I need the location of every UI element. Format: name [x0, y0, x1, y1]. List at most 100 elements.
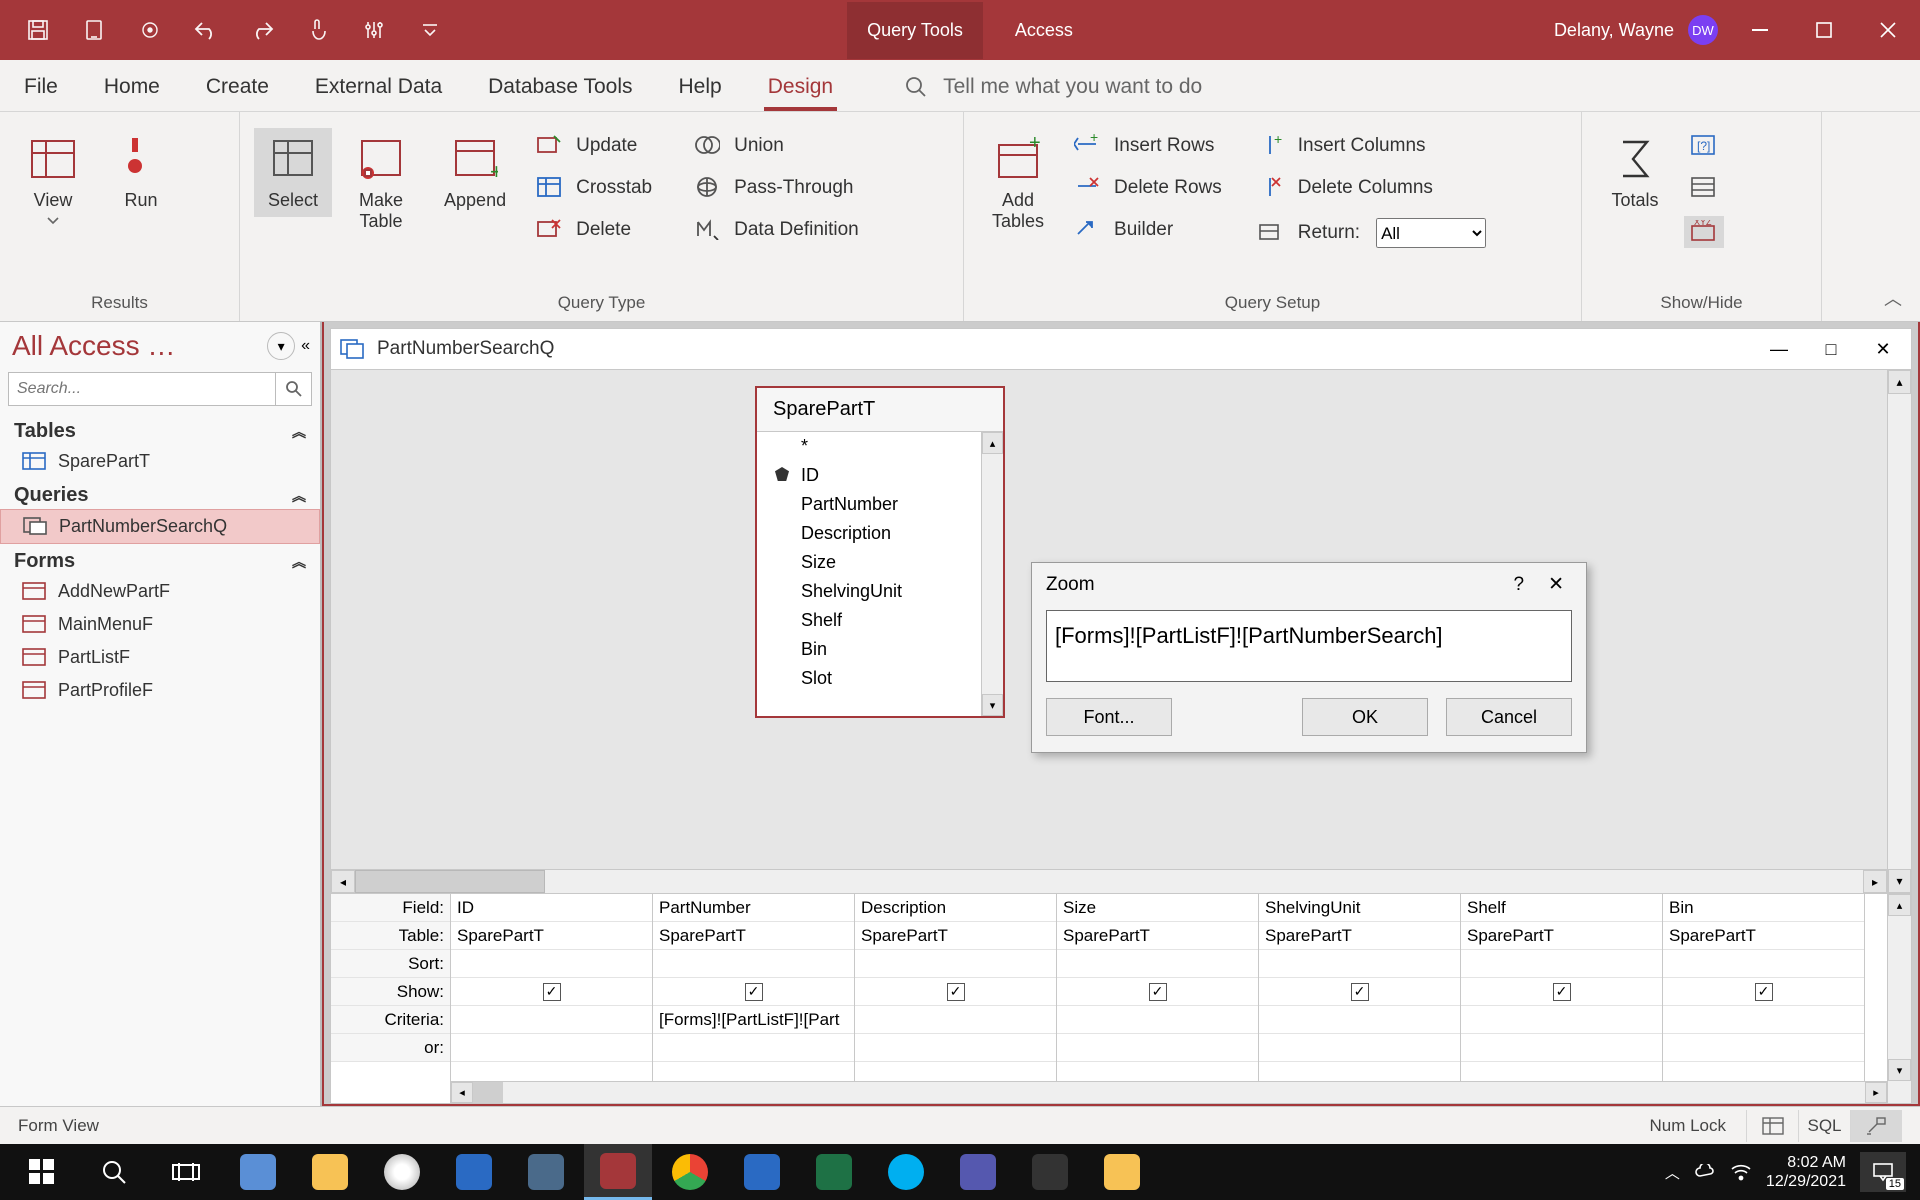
qbe-sort[interactable]: [1461, 950, 1662, 978]
qbe-table[interactable]: SparePartT: [1461, 922, 1662, 950]
qbe-field[interactable]: Shelf: [1461, 894, 1662, 922]
design-surface[interactable]: SparePartT * ID PartNumber Description S…: [330, 370, 1912, 894]
taskbar-app-browser1[interactable]: [368, 1144, 436, 1200]
qbe-field[interactable]: PartNumber: [653, 894, 854, 922]
add-tables-button[interactable]: + Add Tables: [978, 128, 1058, 238]
view-button[interactable]: View: [14, 128, 92, 231]
qat-more-icon[interactable]: [416, 16, 444, 44]
doc-maximize-button[interactable]: □: [1811, 334, 1851, 364]
append-button[interactable]: + Append: [430, 128, 520, 217]
qbe-or[interactable]: [1259, 1034, 1460, 1062]
qbe-col-2[interactable]: DescriptionSparePartT✓: [855, 894, 1057, 1103]
zoom-cancel-button[interactable]: Cancel: [1446, 698, 1572, 736]
run-button[interactable]: Run: [102, 128, 180, 217]
qbe-table[interactable]: SparePartT: [653, 922, 854, 950]
nav-title[interactable]: All Access …: [12, 330, 261, 362]
property-sheet-button[interactable]: [1684, 174, 1724, 202]
crosstab-button[interactable]: Crosstab: [530, 174, 658, 202]
taskbar-app-explorer[interactable]: [296, 1144, 364, 1200]
taskbar-app-excel[interactable]: [800, 1144, 868, 1200]
nav-item-partnumbersearchq[interactable]: PartNumberSearchQ: [0, 509, 320, 544]
table-field-list[interactable]: SparePartT * ID PartNumber Description S…: [755, 386, 1005, 718]
qbe-table[interactable]: SparePartT: [451, 922, 652, 950]
zoom-close-button[interactable]: ✕: [1540, 573, 1572, 596]
view-design-button[interactable]: [1850, 1110, 1902, 1142]
field-star[interactable]: *: [757, 432, 1003, 461]
view-datasheet-button[interactable]: [1746, 1110, 1798, 1142]
qbe-field[interactable]: Size: [1057, 894, 1258, 922]
field-list-scrollbar[interactable]: ▴▾: [981, 432, 1003, 716]
tab-file[interactable]: File: [20, 65, 62, 111]
qbe-criteria[interactable]: [1259, 1006, 1460, 1034]
select-query-button[interactable]: Select: [254, 128, 332, 217]
field-bin[interactable]: Bin: [757, 635, 1003, 664]
qbe-table[interactable]: SparePartT: [855, 922, 1056, 950]
tab-create[interactable]: Create: [202, 65, 273, 111]
qbe-criteria[interactable]: [1461, 1006, 1662, 1034]
field-partnumber[interactable]: PartNumber: [757, 490, 1003, 519]
data-definition-button[interactable]: Data Definition: [688, 216, 865, 244]
design-vscrollbar[interactable]: ▴▾: [1887, 370, 1911, 893]
taskbar-app-chrome[interactable]: [656, 1144, 724, 1200]
insert-columns-button[interactable]: +Insert Columns: [1252, 132, 1492, 160]
search-icon[interactable]: [276, 372, 312, 406]
taskbar-search-button[interactable]: [80, 1144, 148, 1200]
qbe-criteria[interactable]: [855, 1006, 1056, 1034]
table-names-button[interactable]: XYZ: [1684, 216, 1724, 248]
nav-dropdown-icon[interactable]: ▾: [267, 332, 295, 360]
return-select[interactable]: All: [1376, 218, 1486, 248]
task-view-button[interactable]: [152, 1144, 220, 1200]
start-button[interactable]: [8, 1144, 76, 1200]
qbe-table[interactable]: SparePartT: [1259, 922, 1460, 950]
qbe-show[interactable]: ✓: [1663, 978, 1864, 1006]
qbe-field[interactable]: Bin: [1663, 894, 1864, 922]
system-tray[interactable]: ︿ 8:02 AM12/29/2021 15: [1665, 1152, 1912, 1192]
zoom-text-input[interactable]: [Forms]![PartListF]![PartNumberSearch]: [1046, 610, 1572, 682]
tab-home[interactable]: Home: [100, 65, 164, 111]
tab-external-data[interactable]: External Data: [311, 65, 446, 111]
qbe-col-5[interactable]: ShelfSparePartT✓: [1461, 894, 1663, 1103]
nav-item-addnewpartf[interactable]: AddNewPartF: [0, 575, 320, 608]
nav-item-mainmenuf[interactable]: MainMenuF: [0, 608, 320, 641]
taskbar-app-word[interactable]: [728, 1144, 796, 1200]
nav-collapse-icon[interactable]: «: [301, 337, 310, 355]
qbe-col-0[interactable]: IDSparePartT✓: [451, 894, 653, 1103]
table-field-list-header[interactable]: SparePartT: [757, 388, 1003, 432]
nav-category-tables[interactable]: Tables︽: [0, 414, 320, 445]
parameters-button[interactable]: [?]: [1684, 132, 1724, 160]
close-button[interactable]: [1856, 0, 1920, 60]
taskbar-app-access[interactable]: [584, 1144, 652, 1200]
design-hscrollbar[interactable]: ◂▸: [331, 869, 1887, 893]
delete-rows-button[interactable]: Delete Rows: [1068, 174, 1228, 202]
union-button[interactable]: Union: [688, 132, 865, 160]
context-tab-label[interactable]: Query Tools: [847, 2, 983, 59]
device-icon[interactable]: [80, 16, 108, 44]
qbe-or[interactable]: [1663, 1034, 1864, 1062]
qbe-criteria[interactable]: [451, 1006, 652, 1034]
nav-item-sparepartt[interactable]: SparePartT: [0, 445, 320, 478]
nav-category-forms[interactable]: Forms︽: [0, 544, 320, 575]
qbe-criteria[interactable]: [Forms]![PartListF]![Part: [653, 1006, 854, 1034]
qbe-col-3[interactable]: SizeSparePartT✓: [1057, 894, 1259, 1103]
qbe-criteria[interactable]: [1663, 1006, 1864, 1034]
nav-category-queries[interactable]: Queries︽: [0, 478, 320, 509]
tab-database-tools[interactable]: Database Tools: [484, 65, 636, 111]
doc-close-button[interactable]: ✕: [1863, 334, 1903, 364]
field-shelvingunit[interactable]: ShelvingUnit: [757, 577, 1003, 606]
qbe-sort[interactable]: [1057, 950, 1258, 978]
qbe-show[interactable]: ✓: [1057, 978, 1258, 1006]
zoom-font-button[interactable]: Font...: [1046, 698, 1172, 736]
delete-columns-button[interactable]: Delete Columns: [1252, 174, 1492, 202]
qbe-field[interactable]: ShelvingUnit: [1259, 894, 1460, 922]
qbe-sort[interactable]: [653, 950, 854, 978]
save-icon[interactable]: [24, 16, 52, 44]
tray-cloud-icon[interactable]: [1694, 1164, 1716, 1180]
taskbar-app-vscode[interactable]: [224, 1144, 292, 1200]
totals-button[interactable]: Totals: [1596, 128, 1674, 217]
tell-me-box[interactable]: Tell me what you want to do: [905, 75, 1202, 111]
qbe-show[interactable]: ✓: [653, 978, 854, 1006]
qbe-field[interactable]: ID: [451, 894, 652, 922]
field-shelf[interactable]: Shelf: [757, 606, 1003, 635]
make-table-button[interactable]: Make Table: [342, 128, 420, 238]
view-sql-button[interactable]: SQL: [1798, 1110, 1850, 1142]
